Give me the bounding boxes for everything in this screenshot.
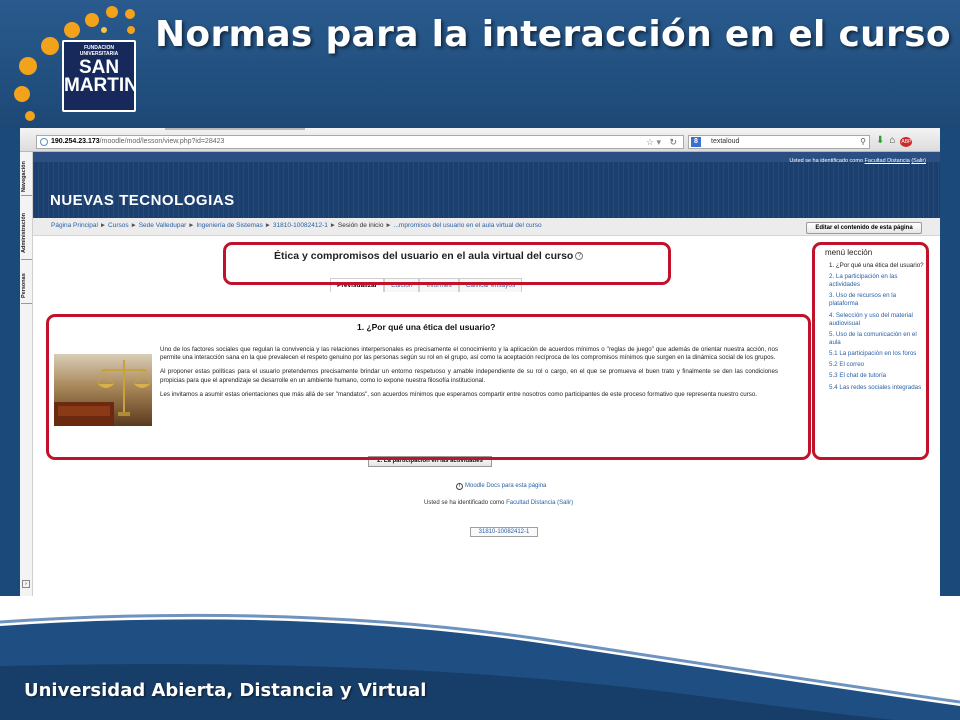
browser-tab-strip bbox=[165, 128, 305, 132]
browser-toolbar: 190.254.23.173/moodle/mod/lesson/view.ph… bbox=[20, 128, 940, 152]
slide-footer-text: Universidad Abierta, Distancia y Virtual bbox=[24, 680, 427, 701]
annotation-frame-content bbox=[46, 314, 811, 460]
logout-link[interactable]: (Salir) bbox=[911, 158, 926, 164]
slide-header: FUNDACION UNIVERSITARIA SAN MARTIN Norma… bbox=[0, 0, 960, 130]
bookmark-star-icon[interactable]: ☆ ▾ bbox=[646, 136, 661, 148]
google-icon[interactable]: 8 bbox=[691, 137, 701, 147]
breadcrumb-item[interactable]: Página Principal bbox=[51, 222, 98, 229]
breadcrumb-item[interactable]: Sesión de inicio bbox=[338, 222, 384, 229]
url-path: /moodle/mod/lesson/view.php?id=28423 bbox=[99, 138, 225, 145]
login-prefix: Usted se ha identificado como bbox=[789, 158, 864, 164]
search-value: textaloud bbox=[711, 138, 740, 145]
globe-icon bbox=[40, 138, 48, 146]
slide-title: Normas para la interacción en el curso bbox=[155, 14, 951, 55]
breadcrumb-item[interactable]: ...mpromisos del usuario en el aula virt… bbox=[394, 222, 542, 229]
toolbar-icons: ⬇⌂ABP bbox=[876, 135, 913, 147]
moodle-dock: Navegación Administración Personas › bbox=[20, 152, 33, 596]
search-icon[interactable]: ⚲ bbox=[860, 136, 866, 148]
footer-login-info: Usted se ha identificado como Facultad D… bbox=[424, 500, 573, 506]
download-icon[interactable]: ⬇ bbox=[876, 135, 889, 146]
annotation-frame-menu bbox=[812, 242, 929, 460]
header-login-info: Usted se ha identificado como Facultad D… bbox=[789, 158, 926, 164]
dock-toggle-icon[interactable]: › bbox=[22, 580, 30, 588]
moodle-screenshot: 190.254.23.173/moodle/mod/lesson/view.ph… bbox=[20, 128, 940, 596]
edit-page-button[interactable]: Editar el contenido de esta página bbox=[806, 222, 922, 234]
course-name: NUEVAS TECNOLOGIAS bbox=[50, 192, 235, 209]
annotation-frame-title bbox=[223, 242, 671, 285]
adblock-icon[interactable]: ABP bbox=[900, 137, 913, 147]
browser-search-box[interactable]: 8 textaloud ⚲ bbox=[688, 135, 870, 149]
breadcrumb: Página Principal ► Cursos ► Sede Valledu… bbox=[51, 222, 542, 229]
moodle-header: Usted se ha identificado como Facultad D… bbox=[33, 152, 940, 218]
breadcrumb-bar: Página Principal ► Cursos ► Sede Valledu… bbox=[33, 218, 940, 236]
slide-footer-wave bbox=[0, 596, 960, 720]
breadcrumb-item[interactable]: Ingeniería de Sistemas bbox=[196, 222, 262, 229]
breadcrumb-item[interactable]: Cursos bbox=[108, 222, 129, 229]
dock-item-people[interactable]: Personas bbox=[21, 268, 32, 304]
breadcrumb-item[interactable]: 31810-10082412-1 bbox=[273, 222, 328, 229]
breadcrumb-item[interactable]: Sede Valledupar bbox=[139, 222, 187, 229]
footer-logout-link[interactable]: (Salir) bbox=[557, 500, 573, 506]
home-icon[interactable]: ⌂ bbox=[889, 135, 900, 146]
university-logo: FUNDACION UNIVERSITARIA SAN MARTIN bbox=[62, 40, 136, 112]
login-user-link[interactable]: Facultad Distancia bbox=[865, 158, 910, 164]
address-bar[interactable]: 190.254.23.173/moodle/mod/lesson/view.ph… bbox=[36, 135, 684, 149]
footer-login-prefix: Usted se ha identificado como bbox=[424, 500, 505, 506]
logo-text-4: MARTIN bbox=[64, 75, 136, 96]
refresh-icon[interactable]: ↻ bbox=[669, 136, 677, 148]
moodle-docs-link[interactable]: i Moodle Docs para esta página bbox=[456, 483, 546, 490]
info-icon: i bbox=[456, 483, 463, 490]
footer-login-user-link[interactable]: Facultad Distancia bbox=[506, 500, 555, 506]
docs-link-text: Moodle Docs para esta página bbox=[465, 483, 547, 489]
footer-course-link[interactable]: 31810-10082412-1 bbox=[470, 527, 538, 537]
dock-item-administration[interactable]: Administración bbox=[21, 206, 32, 260]
dock-item-navigation[interactable]: Navegación bbox=[21, 158, 32, 196]
url-host: 190.254.23.173 bbox=[51, 138, 100, 145]
